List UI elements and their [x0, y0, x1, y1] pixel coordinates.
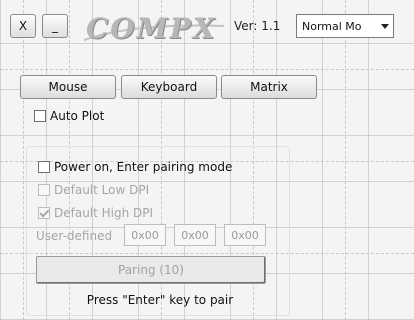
version-label: Ver: 1.1: [234, 19, 281, 33]
user-defined-label: User-defined: [36, 229, 113, 243]
default-low-dpi-checkbox: [38, 184, 50, 196]
auto-plot-checkbox[interactable]: [34, 110, 46, 122]
tab-matrix[interactable]: Matrix: [221, 75, 317, 99]
minimize-button[interactable]: _: [42, 14, 68, 38]
power-on-checkbox[interactable]: [38, 161, 50, 173]
user-defined-field-2: 0x00: [174, 224, 216, 246]
mode-select[interactable]: Normal Mo: [296, 14, 394, 38]
grid-line: [0, 69, 414, 70]
user-defined-field-1: 0x00: [124, 224, 166, 246]
mode-select-value: Normal Mo: [302, 19, 362, 33]
default-low-dpi-label: Default Low DPI: [54, 183, 150, 197]
tab-mouse[interactable]: Mouse: [20, 75, 116, 99]
power-on-label: Power on, Enter pairing mode: [54, 160, 233, 174]
auto-plot-row[interactable]: Auto Plot: [34, 109, 104, 123]
user-defined-field-3: 0x00: [224, 224, 266, 246]
default-low-dpi-row: Default Low DPI: [38, 183, 149, 197]
default-high-dpi-row: Default High DPI: [38, 206, 153, 220]
pair-hint-text: Press "Enter" key to pair: [86, 293, 234, 307]
chevron-down-icon: [381, 24, 389, 29]
title-bar: X _ COMPX Ver: 1.1 Normal Mo: [0, 0, 414, 56]
tab-keyboard[interactable]: Keyboard: [121, 75, 217, 99]
logo-text: COMPX: [86, 12, 217, 45]
compx-logo: COMPX: [78, 10, 228, 45]
paring-button[interactable]: Paring (10): [36, 256, 266, 284]
power-on-row[interactable]: Power on, Enter pairing mode: [38, 160, 232, 174]
default-high-dpi-checkbox: [38, 207, 50, 219]
auto-plot-label: Auto Plot: [50, 109, 105, 123]
default-high-dpi-label: Default High DPI: [54, 206, 154, 220]
close-button[interactable]: X: [10, 14, 36, 38]
